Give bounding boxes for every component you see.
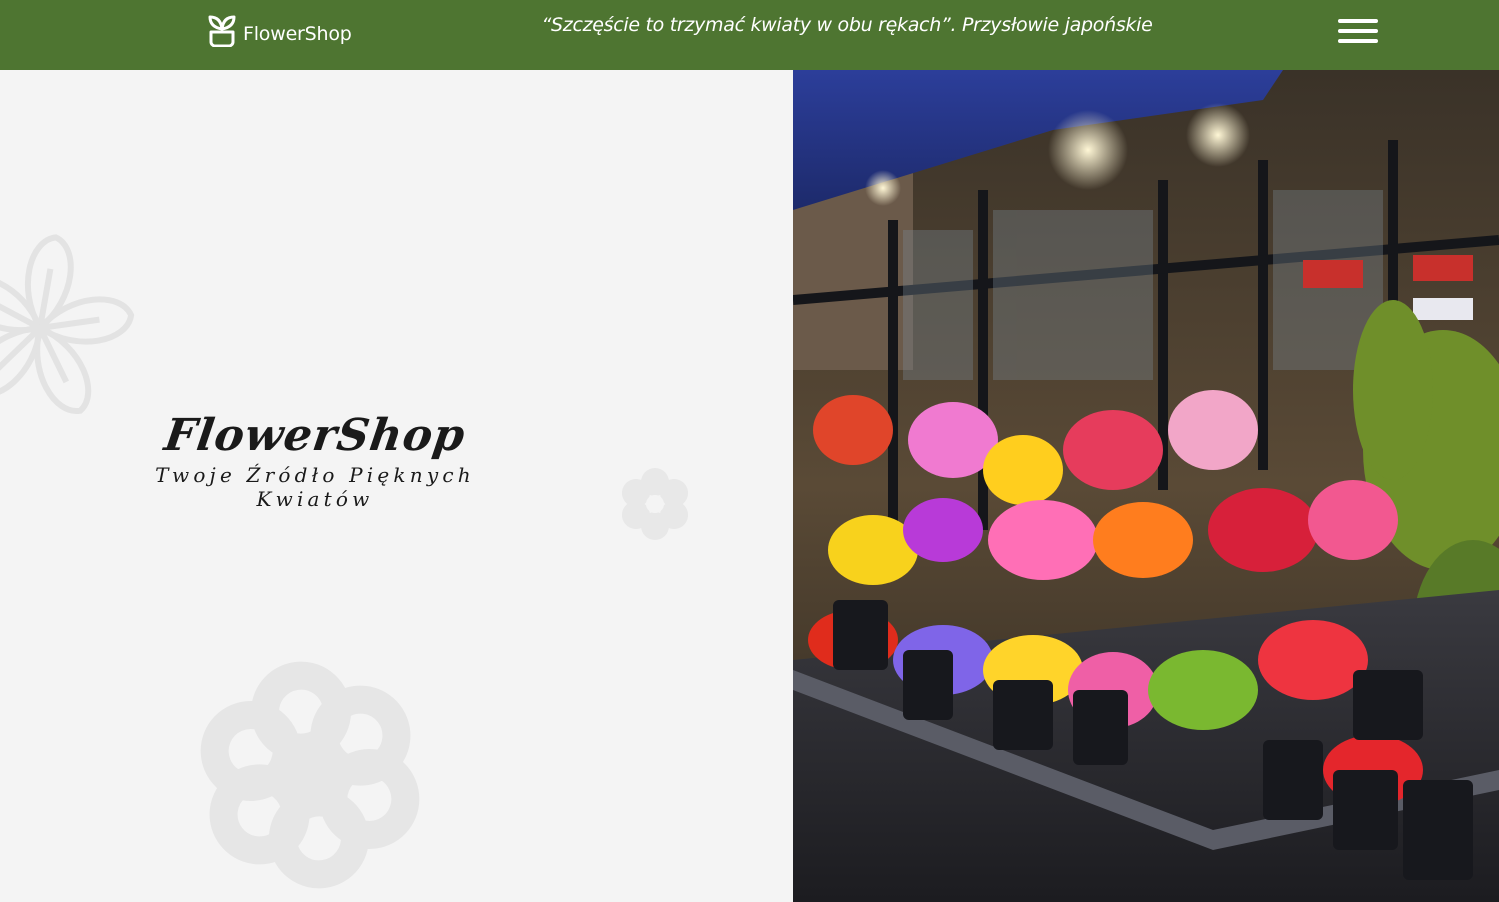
sprout-icon [208,15,236,47]
header-quote: “Szczęście to trzymać kwiaty w obu rękac… [541,14,1153,36]
flower-stall-image [793,70,1499,902]
hero-text-panel: FlowerShop Twoje Źródło Pięknych Kwiatów [0,70,793,902]
hero-brand: FlowerShop Twoje Źródło Pięknych Kwiatów [100,410,530,511]
flower-stall-photo [793,70,1499,902]
hero-title: FlowerShop [161,410,469,461]
small-flower-decoration-icon [621,468,689,540]
top-navigation-bar: FlowerShop “Szczęście to trzymać kwiaty … [0,0,1499,70]
flower-outline-decoration-icon [0,234,135,414]
large-flower-decoration-icon [200,661,420,889]
logo-link[interactable]: FlowerShop [205,10,352,50]
hamburger-menu-icon [1338,19,1378,23]
hamburger-menu-button[interactable] [1334,16,1382,48]
hero-subtitle: Twoje Źródło Pięknych Kwiatów [155,463,475,511]
logo-text: FlowerShop [243,23,352,45]
